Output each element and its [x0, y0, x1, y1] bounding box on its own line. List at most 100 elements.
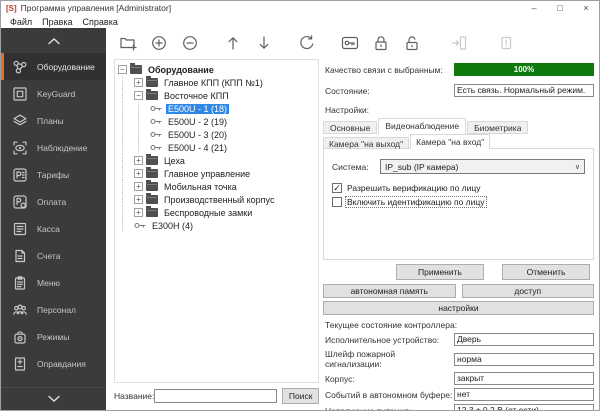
tree-guide	[134, 102, 150, 115]
sidebar-item-tariffs[interactable]: Тарифы	[1, 161, 106, 188]
tree-node[interactable]: +Главное КПП (КПП №1)	[118, 76, 318, 89]
remove-button[interactable]	[180, 33, 200, 53]
tree-node[interactable]: E500U - 3 (20)	[118, 128, 318, 141]
maximize-button[interactable]: □	[547, 1, 573, 15]
tab-1[interactable]: Видеонаблюдение	[378, 118, 466, 134]
subtab-0[interactable]: Камера "на выход"	[323, 137, 409, 149]
sidebar-scroll-up[interactable]	[1, 28, 106, 53]
status-label: Корпус:	[323, 374, 454, 384]
tree-node-label: E500U - 3 (20)	[166, 130, 229, 140]
cancel-button[interactable]: Отменить	[502, 264, 590, 280]
exit-button	[449, 33, 469, 53]
warning-icon	[496, 33, 516, 53]
access-button[interactable]: доступ	[462, 284, 595, 298]
quality-row: Качество связи с выбранным: 100%	[323, 63, 594, 76]
expand-icon[interactable]: +	[134, 78, 143, 87]
tree-node-label: Главное управление	[162, 169, 252, 179]
sidebar-item-personnel[interactable]: Персонал	[1, 296, 106, 323]
move-up-button[interactable]	[223, 33, 243, 53]
tab-2[interactable]: Биометрика	[467, 121, 528, 134]
collapse-icon[interactable]: −	[134, 91, 143, 100]
tree-node[interactable]: + Цеха	[118, 154, 318, 167]
autonomous-memory-button[interactable]: автономная память	[323, 284, 456, 298]
plans-icon	[11, 112, 29, 130]
sidebar-item-accounts[interactable]: Счета	[1, 242, 106, 269]
folder-icon	[130, 65, 142, 74]
add-button[interactable]	[149, 33, 169, 53]
settings-tabs: ОсновныеВидеонаблюдениеБиометрика	[323, 118, 594, 134]
menubar: ФайлПравкаСправка	[1, 15, 599, 28]
titlebar: [S] Программа управления [Administrator]…	[1, 1, 599, 15]
system-select[interactable]: IP_sub (IP камера) ∨	[380, 159, 585, 174]
app-logo-icon: [S]	[6, 4, 17, 13]
tree-node[interactable]: + Главное управление	[118, 167, 318, 180]
status-label: Напряжение питания:	[323, 406, 454, 411]
sidebar-item-plans[interactable]: Планы	[1, 107, 106, 134]
unchecked-checkbox-icon[interactable]	[332, 197, 342, 207]
key-button[interactable]	[340, 33, 360, 53]
tab-0[interactable]: Основные	[323, 121, 377, 134]
menu-item-1[interactable]: Правка	[37, 17, 77, 27]
expand-icon[interactable]: +	[134, 182, 143, 191]
checkbox-row-0[interactable]: ✓Разрешить верификацию по лицу	[332, 183, 585, 193]
sidebar-item-cashdesk[interactable]: Касса	[1, 215, 106, 242]
checkbox-row-1[interactable]: Включить идентификацию по лицу	[332, 197, 585, 207]
tree-node[interactable]: E500U - 4 (21)	[118, 141, 318, 154]
tree-node[interactable]: +Производственный корпус	[118, 193, 318, 206]
add-group-button[interactable]	[118, 33, 138, 53]
search-input[interactable]	[154, 389, 277, 403]
subtab-1[interactable]: Камера "на вход"	[410, 134, 490, 149]
add-group-icon	[118, 33, 138, 53]
tree-node-label: E500U - 1 (18)	[166, 104, 229, 114]
collapse-icon[interactable]: −	[118, 65, 127, 74]
tree-node[interactable]: E300H (4)	[118, 219, 318, 232]
move-down-button[interactable]	[254, 33, 274, 53]
apply-button[interactable]: Применить	[396, 264, 484, 280]
tree-node[interactable]: E500U - 2 (19)	[118, 115, 318, 128]
checkbox-list: ✓Разрешить верификацию по лицу Включить и…	[332, 183, 585, 207]
tree-node-label: Восточное КПП	[162, 91, 231, 101]
status-label: Событий в автономном буфере:	[323, 390, 454, 400]
tree-node[interactable]: +Мобильная точка	[118, 180, 318, 193]
tree-node[interactable]: − Восточное КПП	[118, 89, 318, 102]
tree-guide	[134, 128, 150, 141]
settings-label: Настройки:	[323, 105, 594, 115]
folder-icon	[146, 91, 158, 100]
sidebar-item-payment[interactable]: Оплата	[1, 188, 106, 215]
sidebar-item-surveillance[interactable]: Наблюдение	[1, 134, 106, 161]
sidebar-item-modes[interactable]: Режимы	[1, 323, 106, 350]
search-label: Название:	[114, 391, 154, 401]
unlock-button[interactable]	[402, 33, 422, 53]
tree-node[interactable]: − Оборудование	[118, 63, 318, 76]
device-key-icon	[150, 130, 163, 139]
sidebar-scroll-down[interactable]	[1, 387, 106, 410]
search-button[interactable]: Поиск	[282, 388, 319, 404]
checked-checkbox-icon[interactable]: ✓	[332, 183, 342, 193]
expand-icon[interactable]: +	[134, 169, 143, 178]
sidebar-item-justifications[interactable]: Оправдания	[1, 350, 106, 377]
sidebar-item-equipment[interactable]: Оборудование	[1, 53, 106, 80]
tree-node-label: Оборудование	[146, 65, 216, 75]
lock-button[interactable]	[371, 33, 391, 53]
sidebar-item-menu[interactable]: Меню	[1, 269, 106, 296]
remove-icon	[180, 33, 200, 53]
sidebar-item-keyguard[interactable]: KeyGuard	[1, 80, 106, 107]
tree-node[interactable]: E500U - 1 (18)	[118, 102, 318, 115]
toolbar	[106, 28, 599, 58]
tree-guide	[118, 154, 134, 167]
window-controls: – □ ×	[521, 1, 599, 15]
tree-node-label: Цеха	[162, 156, 187, 166]
main-area: − Оборудование+Главное КПП (КПП №1) − Восто…	[106, 28, 599, 410]
expand-icon[interactable]: +	[134, 208, 143, 217]
tree-guide	[134, 115, 150, 128]
minimize-button[interactable]: –	[521, 1, 547, 15]
settings-button[interactable]: настройки	[323, 301, 594, 315]
tree-node[interactable]: +Беспроводные замки	[118, 206, 318, 219]
close-button[interactable]: ×	[573, 1, 599, 15]
expand-icon[interactable]: +	[134, 156, 143, 165]
menu-item-2[interactable]: Справка	[78, 17, 123, 27]
refresh-button[interactable]	[297, 33, 317, 53]
expand-icon[interactable]: +	[134, 195, 143, 204]
status-value: Дверь	[454, 333, 594, 346]
menu-item-0[interactable]: Файл	[5, 17, 37, 27]
